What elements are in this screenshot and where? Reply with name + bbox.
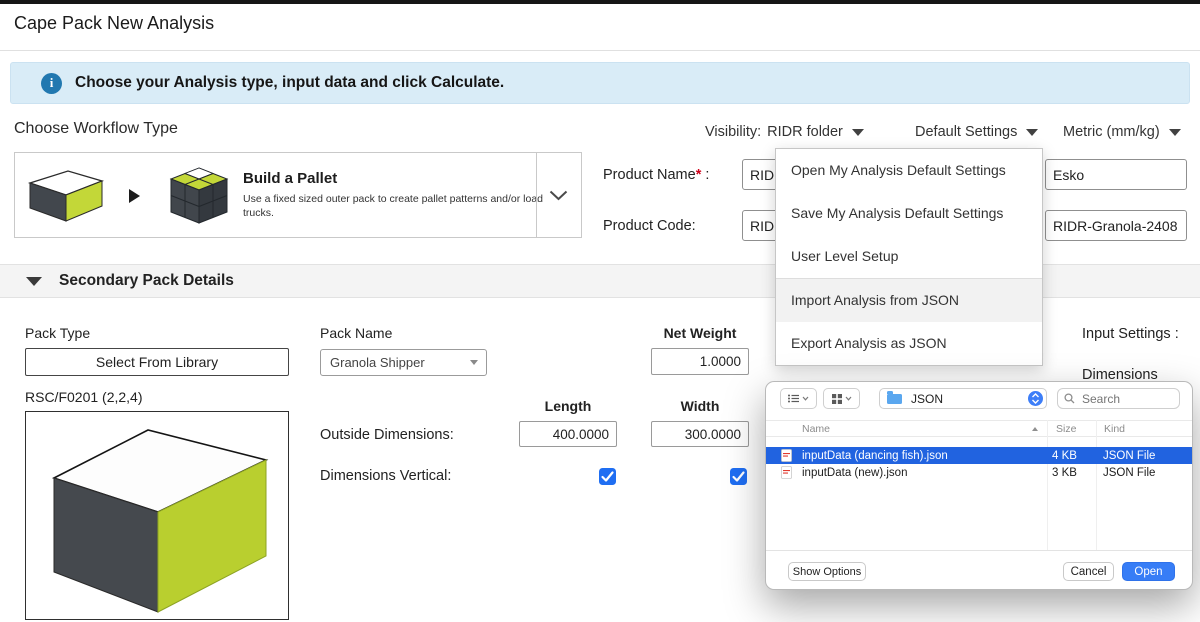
- chevron-down-icon[interactable]: [549, 190, 568, 201]
- sort-asc-icon: [1032, 427, 1038, 431]
- dimensions-vertical-label: Dimensions Vertical:: [320, 468, 451, 484]
- product-code-label: Product Code:: [603, 218, 696, 234]
- cancel-button[interactable]: Cancel: [1063, 562, 1114, 581]
- length-input[interactable]: [519, 421, 617, 447]
- length-column-header: Length: [519, 398, 617, 414]
- search-icon: [1064, 393, 1075, 404]
- header-divider: [0, 50, 1200, 51]
- width-vertical-checkbox[interactable]: [730, 468, 747, 485]
- visibility-label: Visibility:: [705, 124, 761, 140]
- product-name-label-colon: :: [701, 167, 709, 183]
- pack-type-label: Pack Type: [25, 325, 90, 341]
- search-input[interactable]: [1082, 392, 1168, 406]
- checkmark-icon: [599, 468, 616, 485]
- file-name: inputData (dancing fish).json: [802, 450, 948, 462]
- show-options-button[interactable]: Show Options: [788, 562, 866, 581]
- net-weight-label: Net Weight: [651, 325, 749, 341]
- width-column-header: Width: [651, 398, 749, 414]
- menu-item-import-json[interactable]: Import Analysis from JSON: [776, 279, 1042, 322]
- play-arrow-icon: [129, 189, 140, 203]
- info-icon: i: [41, 73, 62, 94]
- workflow-card-title: Build a Pallet: [243, 170, 555, 187]
- column-header-size[interactable]: Size: [1056, 423, 1076, 435]
- location-dropdown[interactable]: JSON: [879, 388, 1047, 409]
- file-row-selected[interactable]: inputData (dancing fish).json 4 KB JSON …: [766, 447, 1193, 464]
- chevron-down-icon: [845, 396, 852, 401]
- list-view-icon: [788, 394, 799, 403]
- caret-down-icon: [852, 129, 864, 136]
- chevron-down-icon: [802, 396, 809, 401]
- caret-down-icon: [1169, 129, 1181, 136]
- pack-3d-image: [25, 411, 289, 620]
- length-vertical-checkbox[interactable]: [599, 468, 616, 485]
- file-size: 4 KB: [1052, 450, 1077, 462]
- info-banner: i Choose your Analysis type, input data …: [10, 62, 1190, 104]
- column-header-name[interactable]: Name: [802, 423, 830, 435]
- select-from-library-button[interactable]: Select From Library: [25, 348, 289, 376]
- workflow-card-description: Use a fixed sized outer pack to create p…: [243, 192, 553, 220]
- column-divider: [1096, 420, 1097, 550]
- visibility-dropdown[interactable]: Visibility: RIDR folder: [705, 124, 864, 140]
- outside-dimensions-label: Outside Dimensions:: [320, 427, 454, 443]
- view-as-list-button[interactable]: [780, 388, 817, 409]
- pack-style-code: RSC/F0201 (2,2,4): [25, 389, 143, 405]
- footer-divider: [766, 550, 1193, 551]
- view-as-grid-button[interactable]: [823, 388, 860, 409]
- default-settings-label: Default Settings: [915, 124, 1017, 140]
- metric-dropdown[interactable]: Metric (mm/kg): [1063, 124, 1181, 140]
- menu-item-open-defaults[interactable]: Open My Analysis Default Settings: [776, 149, 1042, 192]
- product-name-label-text: Product Name: [603, 167, 696, 183]
- product-name-secondary-input[interactable]: [1045, 159, 1187, 190]
- folder-icon: [887, 394, 902, 404]
- net-weight-input[interactable]: [651, 348, 749, 375]
- menu-item-user-level-setup[interactable]: User Level Setup: [776, 235, 1042, 278]
- select-caret-icon: [470, 360, 478, 365]
- json-file-icon: [781, 466, 792, 479]
- cape-pack-window: Cape Pack New Analysis i Choose your Ana…: [0, 0, 1200, 622]
- metric-label: Metric (mm/kg): [1063, 124, 1160, 140]
- page-title: Cape Pack New Analysis: [14, 13, 214, 34]
- product-code-secondary-input[interactable]: [1045, 210, 1187, 241]
- checkmark-icon: [730, 468, 747, 485]
- json-file-icon: [781, 449, 792, 462]
- stepper-icon: [1028, 391, 1043, 406]
- pack-name-select[interactable]: Granola Shipper: [320, 349, 487, 376]
- card-divider: [536, 153, 537, 237]
- workflow-type-card[interactable]: Build a Pallet Use a fixed sized outer p…: [14, 152, 582, 238]
- file-kind: JSON File: [1103, 450, 1155, 462]
- file-kind: JSON File: [1103, 467, 1155, 479]
- workflow-section-title: Choose Workflow Type: [14, 120, 178, 138]
- input-settings-label: Input Settings :: [1082, 326, 1179, 342]
- pack-name-label: Pack Name: [320, 325, 392, 341]
- section-title: Secondary Pack Details: [59, 272, 234, 290]
- file-size: 3 KB: [1052, 467, 1077, 479]
- open-button[interactable]: Open: [1122, 562, 1175, 581]
- column-divider: [1047, 420, 1048, 550]
- box-3d-icon: [40, 420, 280, 615]
- default-settings-dropdown[interactable]: Default Settings: [915, 124, 1038, 140]
- settings-dropdown-menu: Open My Analysis Default Settings Save M…: [775, 148, 1043, 366]
- location-value: JSON: [911, 392, 943, 406]
- width-input[interactable]: [651, 421, 749, 447]
- top-border: [0, 0, 1200, 4]
- grid-view-icon: [832, 394, 842, 404]
- column-header-kind[interactable]: Kind: [1104, 423, 1125, 435]
- pack-name-value: Granola Shipper: [330, 355, 425, 370]
- file-open-dialog: JSON Name Size Kind: [765, 381, 1193, 590]
- product-name-label: Product Name* :: [603, 167, 709, 183]
- caret-down-icon: [1026, 129, 1038, 136]
- menu-item-export-json[interactable]: Export Analysis as JSON: [776, 322, 1042, 365]
- pallet-icon: [167, 165, 231, 227]
- single-box-icon: [27, 168, 105, 224]
- file-row[interactable]: inputData (new).json 3 KB JSON File: [766, 464, 1193, 481]
- visibility-value: RIDR folder: [767, 124, 843, 140]
- banner-text: Choose your Analysis type, input data an…: [75, 74, 504, 92]
- collapse-triangle-icon: [26, 277, 42, 286]
- menu-item-save-defaults[interactable]: Save My Analysis Default Settings: [776, 192, 1042, 235]
- file-list-header: Name Size Kind: [766, 420, 1193, 437]
- search-field[interactable]: [1057, 388, 1180, 409]
- file-name: inputData (new).json: [802, 467, 907, 479]
